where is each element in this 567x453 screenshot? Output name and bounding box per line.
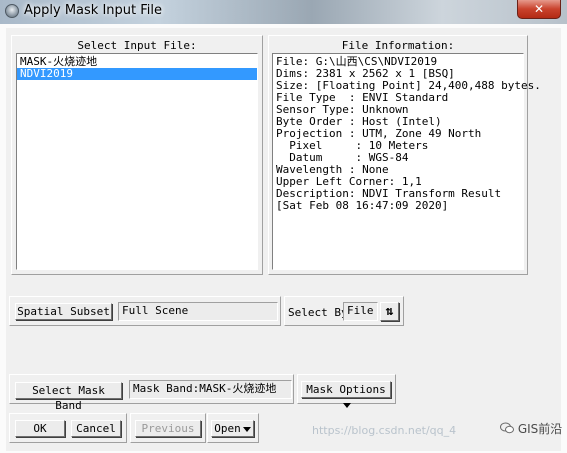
cancel-button[interactable]: Cancel bbox=[71, 420, 121, 437]
input-file-list[interactable]: MASK-火烧迹地 NDVI2019 bbox=[16, 53, 258, 270]
previous-button[interactable]: Previous bbox=[135, 420, 201, 437]
close-button[interactable]: ✕ bbox=[517, 0, 561, 19]
spatial-subset-group: Spatial Subset Full Scene bbox=[9, 296, 281, 326]
watermark-brand: GIS前沿 bbox=[500, 420, 562, 437]
file-info-title: File Information: bbox=[341, 39, 455, 52]
select-by-label: Select By bbox=[288, 306, 348, 319]
spatial-subset-value: Full Scene bbox=[118, 302, 278, 321]
select-by-group: Select By File ⇅ bbox=[284, 296, 404, 326]
mask-band-value: Mask Band:MASK-火烧迹地 bbox=[129, 380, 292, 399]
open-label: Open bbox=[214, 422, 241, 435]
open-group: Open bbox=[207, 413, 259, 443]
list-item[interactable]: NDVI2019 bbox=[17, 68, 257, 80]
mask-band-group: Select Mask Band Mask Band:MASK-火烧迹地 bbox=[9, 374, 294, 412]
close-icon: ✕ bbox=[533, 2, 545, 16]
wechat-icon bbox=[500, 422, 514, 434]
window-title: Apply Mask Input File bbox=[24, 3, 162, 18]
select-by-value: File bbox=[343, 302, 378, 321]
sort-toggle-button[interactable]: ⇅ bbox=[380, 302, 399, 321]
app-icon[interactable] bbox=[5, 4, 19, 18]
mask-options-button[interactable]: Mask Options bbox=[301, 381, 391, 408]
mask-options-group: Mask Options bbox=[297, 374, 396, 408]
input-file-title: Select Input File: bbox=[77, 39, 197, 52]
title-bar: Apply Mask Input File ✕ bbox=[0, 0, 567, 24]
file-info-panel: File Information: File: G:\山西\CS\NDVI201… bbox=[268, 35, 541, 275]
select-mask-band-button[interactable]: Select Mask Band bbox=[15, 382, 122, 412]
ok-button[interactable]: OK bbox=[15, 420, 65, 437]
input-file-panel: Select Input File: MASK-火烧迹地 NDVI2019 bbox=[11, 35, 263, 275]
file-info-text[interactable]: File: G:\山西\CS\NDVI2019 Dims: 2381 x 2562… bbox=[272, 53, 541, 270]
ok-cancel-group: OK Cancel bbox=[9, 413, 127, 443]
previous-group: Previous bbox=[130, 413, 206, 443]
open-button[interactable]: Open bbox=[211, 420, 254, 437]
mask-options-label: Mask Options bbox=[306, 383, 386, 396]
chevron-down-icon bbox=[343, 402, 351, 408]
watermark-url: https://blog.csdn.net/qq_4 bbox=[312, 424, 457, 437]
file-info-line: [Sat Feb 08 16:47:09 2020] bbox=[276, 199, 449, 212]
chevron-down-icon bbox=[242, 426, 251, 432]
watermark-brand-text: GIS前沿 bbox=[517, 422, 563, 436]
sort-arrows-icon: ⇅ bbox=[385, 304, 394, 319]
dialog-body: Select Input File: MASK-火烧迹地 NDVI2019 Fil… bbox=[6, 28, 561, 451]
spatial-subset-button[interactable]: Spatial Subset bbox=[15, 303, 112, 320]
